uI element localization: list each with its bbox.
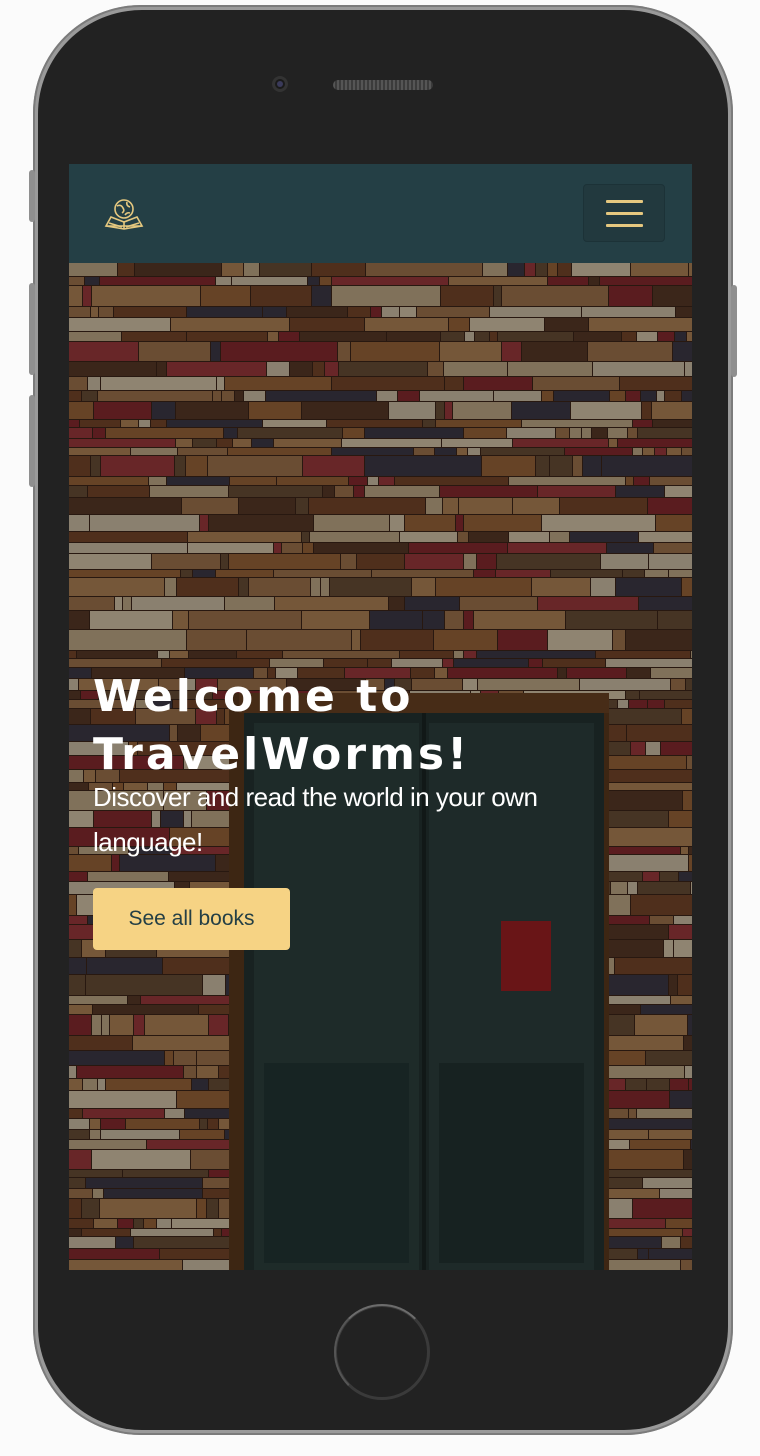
hamburger-menu-icon [606,200,643,203]
power-button [731,285,737,377]
navbar [69,164,692,263]
screen: Welcome to TravelWorms! Discover and rea… [69,164,692,1270]
menu-toggle-button[interactable] [583,184,665,242]
home-button[interactable] [334,1304,430,1400]
hamburger-menu-icon [606,224,643,227]
earpiece-speaker [333,80,433,90]
brand-logo-link[interactable] [103,196,145,232]
mute-switch [29,170,35,222]
front-camera [272,76,288,92]
hero-subtitle: Discover and read the world in your own … [93,782,538,857]
hamburger-menu-icon [606,212,643,215]
volume-down-button [29,395,35,487]
hero-title: Welcome to TravelWorms! [93,671,471,780]
hero-section: Welcome to TravelWorms! Discover and rea… [69,263,692,1270]
globe-book-icon [104,199,144,230]
see-all-books-button[interactable]: See all books [93,888,290,950]
volume-up-button [29,283,35,375]
